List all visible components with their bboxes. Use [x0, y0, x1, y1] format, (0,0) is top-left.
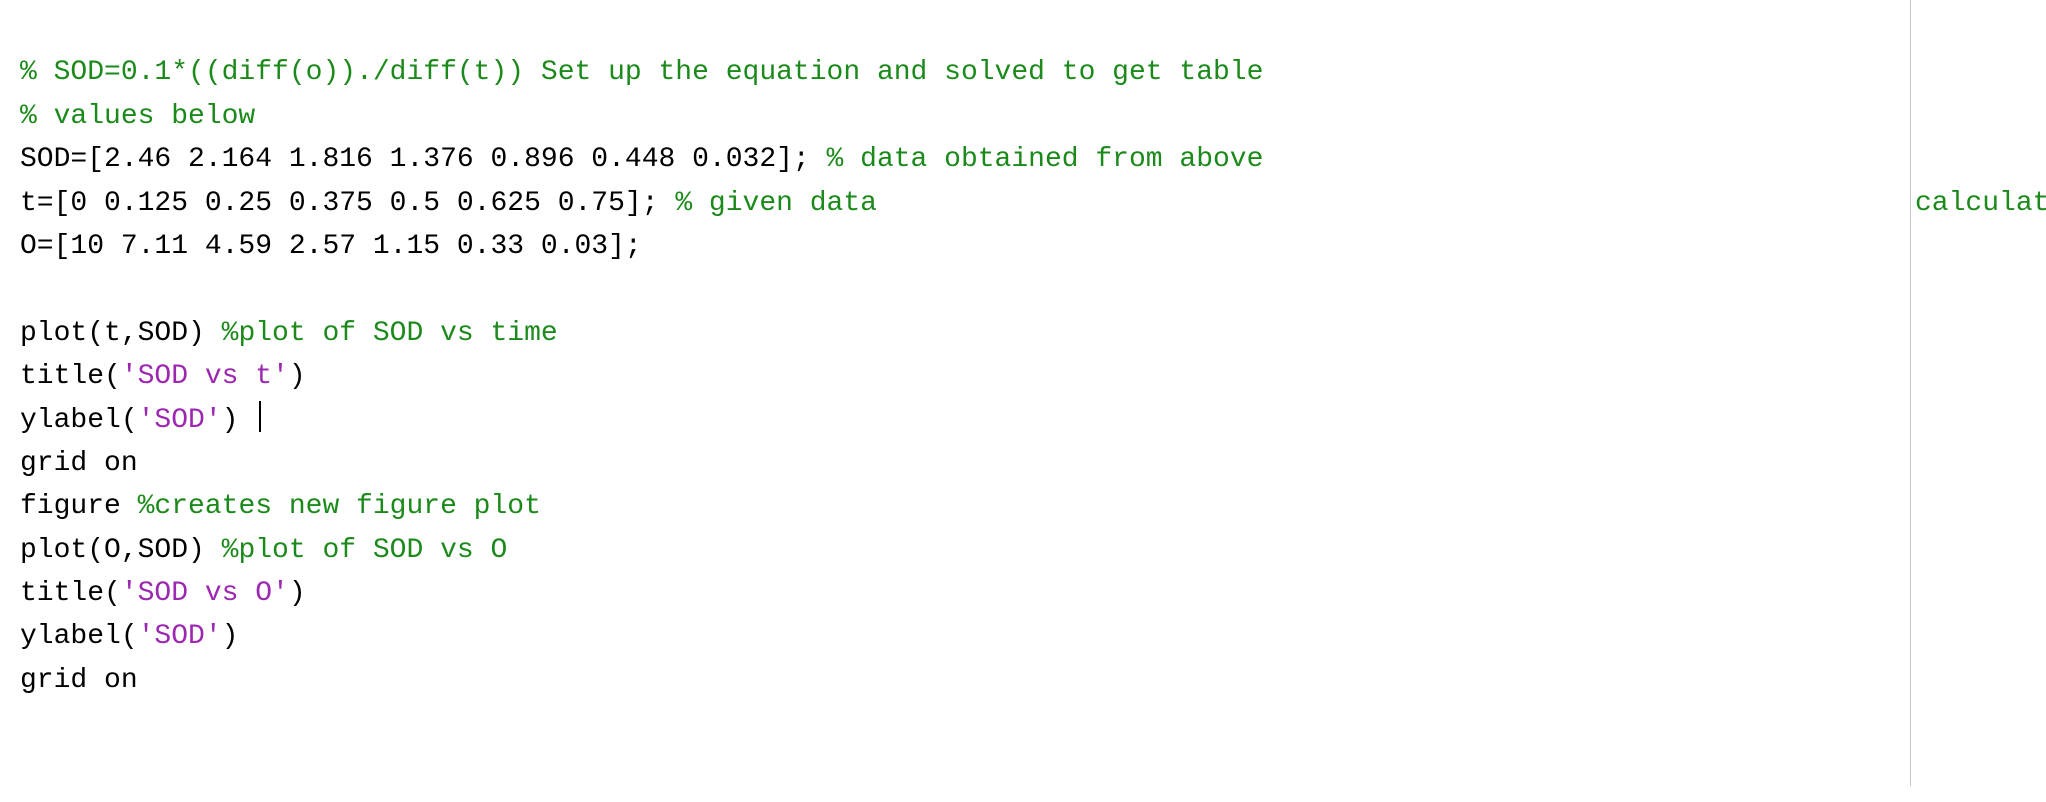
- code-text: plot(O,SOD): [20, 535, 222, 566]
- code-text: grid: [20, 665, 104, 696]
- code-text: title(: [20, 578, 121, 609]
- text-cursor: [259, 401, 261, 432]
- keyword-text: on: [104, 448, 138, 479]
- code-text: ): [222, 621, 239, 652]
- code-text: title(: [20, 361, 121, 392]
- code-text: ): [289, 361, 306, 392]
- code-text: ylabel(: [20, 405, 138, 436]
- string-literal: 'SOD vs O': [121, 578, 289, 609]
- code-line: plot(O,SOD) %plot of SOD vs O: [20, 535, 507, 566]
- code-text: SOD=[2.46 2.164 1.816 1.376 0.896 0.448 …: [20, 144, 827, 175]
- string-literal: 'SOD': [138, 405, 222, 436]
- code-line: plot(t,SOD) %plot of SOD vs time: [20, 318, 558, 349]
- comment-text: % values below: [20, 101, 255, 132]
- comment-text: %plot of SOD vs time: [222, 318, 558, 349]
- comment-text: % SOD=0.1*((diff(o))./diff(t)) Set up th…: [20, 57, 1263, 88]
- code-text: ): [289, 578, 306, 609]
- code-line: O=[10 7.11 4.59 2.57 1.15 0.33 0.03];: [20, 231, 642, 262]
- code-text: t=[0 0.125 0.25 0.375 0.5 0.625 0.75];: [20, 188, 675, 219]
- code-editor[interactable]: % SOD=0.1*((diff(o))./diff(t)) Set up th…: [0, 0, 1930, 802]
- code-line: t=[0 0.125 0.25 0.375 0.5 0.625 0.75]; %…: [20, 188, 877, 219]
- code-text: ylabel(: [20, 621, 138, 652]
- comment-text: calculation: [1915, 188, 2046, 219]
- code-line: title('SOD vs O'): [20, 578, 306, 609]
- string-literal: 'SOD vs t': [121, 361, 289, 392]
- code-line: grid on: [20, 665, 138, 696]
- comment-text: %creates new figure plot: [138, 491, 541, 522]
- code-line: figure %creates new figure plot: [20, 491, 541, 522]
- code-line: % values below: [20, 101, 255, 132]
- comment-text: % given data: [675, 188, 877, 219]
- right-pane: calculation: [1911, 0, 2046, 802]
- code-text: grid: [20, 448, 104, 479]
- keyword-text: on: [104, 665, 138, 696]
- code-text: O=[10 7.11 4.59 2.57 1.15 0.33 0.03];: [20, 231, 642, 262]
- code-line: SOD=[2.46 2.164 1.816 1.376 0.896 0.448 …: [20, 144, 1280, 175]
- string-literal: 'SOD': [138, 621, 222, 652]
- code-line: ylabel('SOD'): [20, 621, 238, 652]
- code-text: plot(t,SOD): [20, 318, 222, 349]
- code-line: title('SOD vs t'): [20, 361, 306, 392]
- code-line: grid on: [20, 448, 138, 479]
- code-line: % SOD=0.1*((diff(o))./diff(t)) Set up th…: [20, 57, 1263, 88]
- code-text: figure: [20, 491, 138, 522]
- code-text: ): [222, 405, 256, 436]
- comment-text: % data obtained from above: [827, 144, 1281, 175]
- code-line: ylabel('SOD'): [20, 405, 261, 436]
- overflow-text: calculation: [1915, 188, 2046, 219]
- comment-text: %plot of SOD vs O: [222, 535, 508, 566]
